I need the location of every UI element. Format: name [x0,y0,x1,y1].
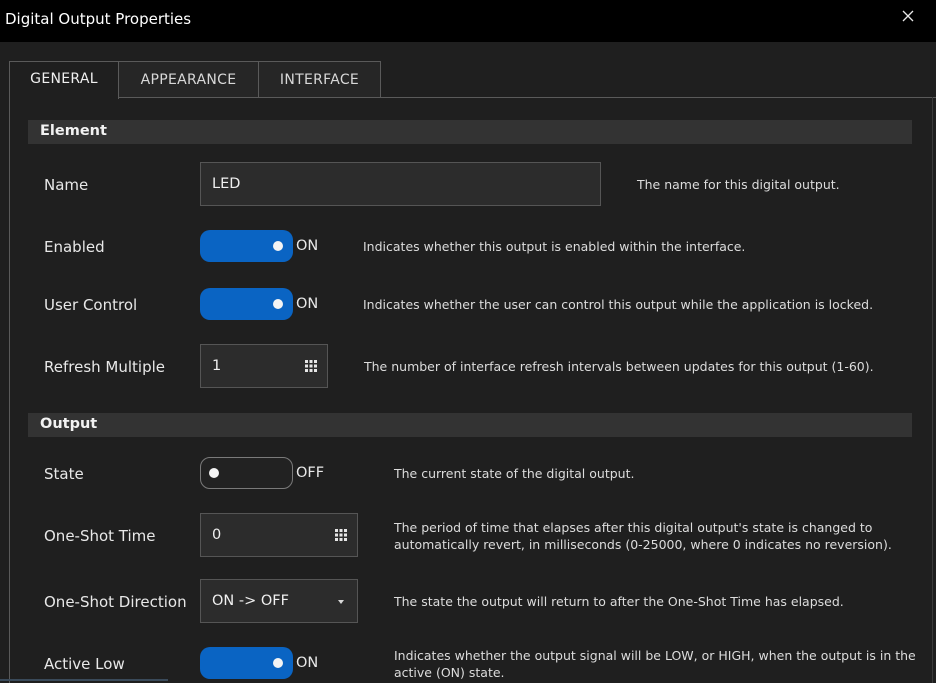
toggle-knob [273,658,283,668]
title-bar: Digital Output Properties [0,0,936,42]
refresh-multiple-description: The number of interface refresh interval… [364,359,874,374]
numpad-icon[interactable] [305,360,317,372]
chevron-down-icon [338,600,344,604]
close-button[interactable] [902,6,922,30]
toggle-knob [273,299,283,309]
section-heading: Output [40,416,98,432]
section-heading: Element [40,123,107,139]
name-description: The name for this digital output. [637,177,840,192]
one-shot-direction-label: One-Shot Direction [44,593,187,611]
user-control-description: Indicates whether the user can control t… [363,297,874,312]
one-shot-time-label: One-Shot Time [44,527,156,545]
window-title: Digital Output Properties [5,10,192,28]
tab-interface[interactable]: INTERFACE [258,61,381,98]
one-shot-time-description-line2: automatically revert, in milliseconds (0… [394,537,892,552]
state-label: State [44,465,84,483]
name-value: LED [212,176,241,192]
active-low-description-line2: active (ON) state. [394,665,505,680]
user-control-toggle[interactable] [200,288,293,320]
state-description: The current state of the digital output. [394,466,635,481]
numpad-icon[interactable] [335,529,347,541]
one-shot-direction-value: ON -> OFF [212,593,289,609]
active-low-toggle[interactable] [200,647,293,679]
state-toggle[interactable] [200,457,293,489]
active-low-state-text: ON [296,655,319,671]
panel-right-edge [932,97,933,683]
one-shot-direction-description: The state the output will return to afte… [394,594,844,609]
refresh-multiple-label: Refresh Multiple [44,358,165,376]
active-tab-joint [10,96,118,98]
toggle-knob [209,468,219,478]
user-control-label: User Control [44,296,138,314]
one-shot-time-description-line1: The period of time that elapses after th… [394,520,873,535]
user-control-state-text: ON [296,296,319,312]
close-icon [902,10,914,22]
bottom-edge-line [0,679,168,681]
one-shot-time-value: 0 [212,527,222,543]
one-shot-time-input[interactable]: 0 [200,513,358,557]
section-header-element: Element [28,120,912,144]
toggle-knob [273,241,283,251]
refresh-multiple-value: 1 [212,358,222,374]
state-state-text: OFF [296,465,325,481]
one-shot-direction-select[interactable]: ON -> OFF [200,579,358,623]
name-label: Name [44,176,89,194]
enabled-description: Indicates whether this output is enabled… [363,239,746,254]
enabled-toggle[interactable] [200,230,293,262]
name-input[interactable]: LED [200,162,601,206]
tab-appearance[interactable]: APPEARANCE [118,61,259,98]
tab-general[interactable]: GENERAL [9,61,119,99]
section-header-output: Output [28,413,912,437]
active-low-label: Active Low [44,655,125,673]
refresh-multiple-input[interactable]: 1 [200,344,328,388]
active-low-description-line1: Indicates whether the output signal will… [394,648,916,663]
enabled-state-text: ON [296,238,319,254]
enabled-label: Enabled [44,238,105,256]
